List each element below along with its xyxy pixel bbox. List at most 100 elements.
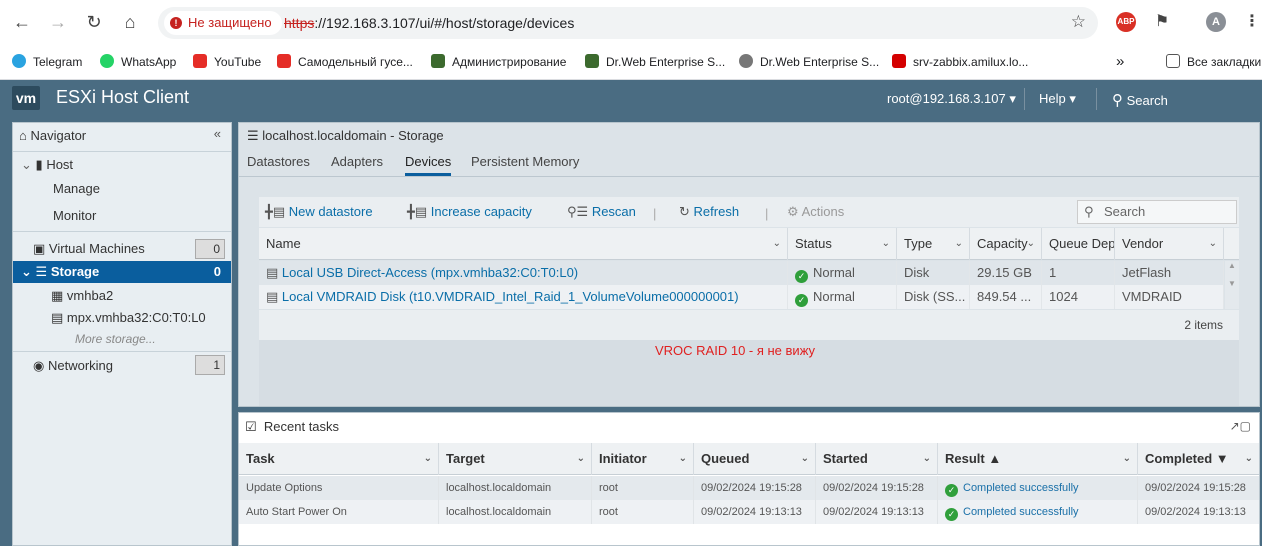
- column-name[interactable]: Name ⌄: [259, 228, 788, 260]
- whatsapp-icon: [100, 54, 114, 68]
- column-task[interactable]: Task ⌄: [239, 443, 439, 475]
- bookmark-drweb-2[interactable]: Dr.Web Enterprise S...: [739, 53, 879, 71]
- column-status[interactable]: Status ⌄: [788, 228, 897, 260]
- bookmark-telegram[interactable]: Telegram: [12, 53, 82, 71]
- all-bookmarks[interactable]: Все закладки: [1166, 53, 1261, 71]
- column-label: Vendor: [1122, 236, 1164, 251]
- result-text: Completed successfully: [963, 482, 1079, 494]
- actions-button[interactable]: ⚙ Actions: [787, 204, 844, 220]
- queue-cell: 1024: [1042, 285, 1115, 309]
- nav-virtual-machines[interactable]: ▣ Virtual Machines: [33, 241, 145, 257]
- chevron-down-icon: ⌄: [21, 264, 32, 279]
- column-completed[interactable]: Completed ▼ ⌄: [1138, 443, 1259, 475]
- rescan-label: Rescan: [591, 204, 636, 219]
- storage-label: Storage: [50, 264, 100, 279]
- drweb-icon: [431, 54, 445, 68]
- chevron-down-icon: ⌄: [800, 453, 809, 464]
- device-name-cell[interactable]: ▤ Local USB Direct-Access (mpx.vmhba32:C…: [259, 261, 788, 285]
- result-cell[interactable]: ✓ Completed successfully: [938, 500, 1138, 524]
- header-divider: [1024, 88, 1025, 110]
- column-capacity[interactable]: Capacity ⌄: [970, 228, 1042, 260]
- table-row[interactable]: ▤ Local VMDRAID Disk (t10.VMDRAID_Intel_…: [259, 285, 1224, 309]
- refresh-button[interactable]: ↻ Refresh: [679, 204, 739, 220]
- task-cell: Update Options: [239, 476, 439, 500]
- rescan-button[interactable]: ⚲☰ Rescan: [567, 204, 636, 220]
- column-target[interactable]: Target ⌄: [439, 443, 592, 475]
- reload-icon[interactable]: ↻: [82, 10, 106, 34]
- nav-mpx-device[interactable]: ▤ mpx.vmhba32:C0:T0:L0: [51, 310, 206, 326]
- tab-datastores[interactable]: Datastores: [247, 154, 310, 169]
- vms-label: Virtual Machines: [48, 241, 145, 256]
- new-datastore-button[interactable]: ╋▤ New datastore: [265, 204, 373, 220]
- column-started[interactable]: Started ⌄: [816, 443, 938, 475]
- more-bookmarks-icon[interactable]: »: [1116, 53, 1124, 71]
- result-cell[interactable]: ✓ Completed successfully: [938, 476, 1138, 500]
- home-icon[interactable]: ⌂: [118, 10, 142, 34]
- queued-cell: 09/02/2024 19:15:28: [694, 476, 816, 500]
- annotation-text: VROC RAID 10 - я не вижу: [655, 343, 816, 358]
- extensions-icon[interactable]: ⚑: [1152, 12, 1172, 32]
- maximize-icon[interactable]: ↗▢: [1230, 419, 1251, 433]
- adblock-icon[interactable]: ABP: [1116, 12, 1136, 32]
- globe-icon: [739, 54, 753, 68]
- nav-networking[interactable]: ◉ Networking: [33, 358, 113, 374]
- header-search[interactable]: ⚲ Search: [1112, 91, 1168, 109]
- address-bar[interactable]: ! Не защищено https://192.168.3.107/ui/#…: [158, 7, 1098, 39]
- user-menu[interactable]: root@192.168.3.107 ▾: [887, 91, 1016, 107]
- devices-search-input[interactable]: ⚲ Search: [1077, 200, 1237, 224]
- nav-vmhba2[interactable]: ▦ vmhba2: [51, 288, 113, 304]
- menu-icon[interactable]: ⋮: [1242, 12, 1262, 32]
- nav-manage[interactable]: Manage: [53, 181, 100, 196]
- nav-host[interactable]: ⌄ ▮ Host: [21, 157, 73, 173]
- column-initiator[interactable]: Initiator ⌄: [592, 443, 694, 475]
- collapse-icon[interactable]: «: [214, 126, 221, 141]
- actions-label: Actions: [801, 204, 845, 219]
- tab-adapters[interactable]: Adapters: [331, 154, 383, 169]
- initiator-cell: root: [592, 500, 694, 524]
- search-label: Search: [1126, 93, 1168, 108]
- back-icon[interactable]: ←: [10, 10, 34, 34]
- increase-capacity-button[interactable]: ╋▤ Increase capacity: [407, 204, 532, 220]
- started-cell: 09/02/2024 19:13:13: [816, 500, 938, 524]
- column-label: Queue Dep: [1049, 236, 1115, 251]
- help-menu[interactable]: Help ▾: [1039, 91, 1076, 107]
- nav-more-storage[interactable]: More storage...: [75, 332, 156, 346]
- bookmark-star-icon[interactable]: ☆: [1071, 12, 1086, 32]
- nav-monitor[interactable]: Monitor: [53, 208, 96, 223]
- drweb-icon: [585, 54, 599, 68]
- column-type[interactable]: Type ⌄: [897, 228, 970, 260]
- bookmark-whatsapp[interactable]: WhatsApp: [100, 53, 176, 71]
- bookmark-admin[interactable]: Администрирование: [431, 53, 566, 71]
- disk-icon: ▤: [266, 265, 279, 280]
- security-chip[interactable]: ! Не защищено: [164, 11, 282, 35]
- avatar[interactable]: A: [1206, 12, 1226, 32]
- column-queue-depth[interactable]: Queue Dep: [1042, 228, 1115, 260]
- nav-storage[interactable]: ⌄ ☰ Storage: [21, 264, 99, 280]
- device-name-cell[interactable]: ▤ Local VMDRAID Disk (t10.VMDRAID_Intel_…: [259, 285, 788, 309]
- forward-icon[interactable]: →: [46, 10, 70, 34]
- column-result[interactable]: Result ▲ ⌄: [938, 443, 1138, 475]
- bookmarks-bar: Telegram WhatsApp YouTube Самодельный гу…: [0, 44, 1262, 80]
- tabs-divider: [239, 176, 1259, 177]
- status-cell: ✓ Normal: [788, 261, 897, 285]
- tab-devices[interactable]: Devices: [405, 154, 452, 176]
- panel-title: localhost.localdomain - Storage: [262, 128, 444, 143]
- storage-icon: ☰: [247, 128, 259, 143]
- warning-icon: !: [170, 17, 182, 29]
- vmhba2-label: vmhba2: [66, 288, 114, 303]
- bookmark-drweb-1[interactable]: Dr.Web Enterprise S...: [585, 53, 725, 71]
- bookmark-zabbix[interactable]: srv-zabbix.amilux.lo...: [892, 53, 1028, 71]
- bookmark-label: Telegram: [33, 55, 83, 69]
- table-scrollbar[interactable]: ▲ ▼: [1225, 261, 1239, 309]
- tab-persistent-memory[interactable]: Persistent Memory: [471, 154, 579, 169]
- column-queued[interactable]: Queued ⌄: [694, 443, 816, 475]
- column-vendor[interactable]: Vendor ⌄: [1115, 228, 1224, 260]
- bookmark-youtube-2[interactable]: Самодельный гусе...: [277, 53, 413, 71]
- navigator-title: Navigator: [30, 128, 87, 143]
- network-icon: ◉: [33, 358, 45, 373]
- result-text: Completed successfully: [963, 506, 1079, 518]
- vms-count-badge: 0: [195, 239, 225, 259]
- url-text[interactable]: https://192.168.3.107/ui/#/host/storage/…: [284, 7, 574, 39]
- bookmark-youtube[interactable]: YouTube: [193, 53, 261, 71]
- table-row[interactable]: ▤ Local USB Direct-Access (mpx.vmhba32:C…: [259, 261, 1224, 285]
